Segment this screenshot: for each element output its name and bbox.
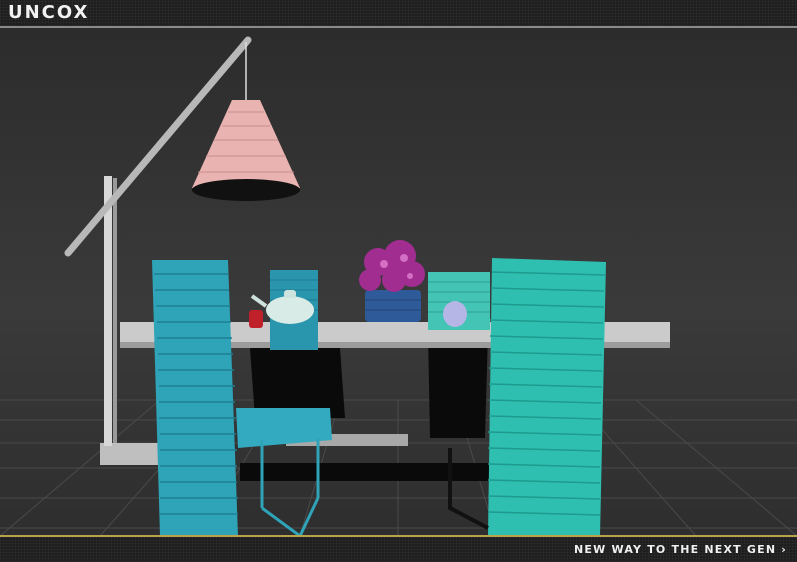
lamp-shade-icon: [192, 100, 300, 201]
top-bar: UNCOX: [0, 0, 797, 28]
scene-render: [0, 36, 797, 536]
tagline-text: NEW WAY TO THE NEXT GEN: [574, 543, 777, 556]
app-window: UNCOX NEW WAY TO THE NEXT GEN ›: [0, 0, 797, 562]
lamp-base: [100, 443, 162, 465]
brand-logo: UNCOX: [8, 2, 90, 23]
chevron-right-icon: ›: [781, 543, 787, 556]
tagline-link[interactable]: NEW WAY TO THE NEXT GEN ›: [574, 543, 787, 556]
render-viewport: [0, 28, 797, 536]
lamp-rail: [113, 178, 117, 443]
table-shadow: [240, 333, 490, 481]
sugar-bowl-icon: [443, 301, 467, 327]
lamp-pole: [104, 176, 112, 446]
bottom-bar: NEW WAY TO THE NEXT GEN ›: [0, 537, 797, 562]
flower-basket-icon: [359, 240, 425, 322]
mug-icon: [249, 310, 263, 328]
